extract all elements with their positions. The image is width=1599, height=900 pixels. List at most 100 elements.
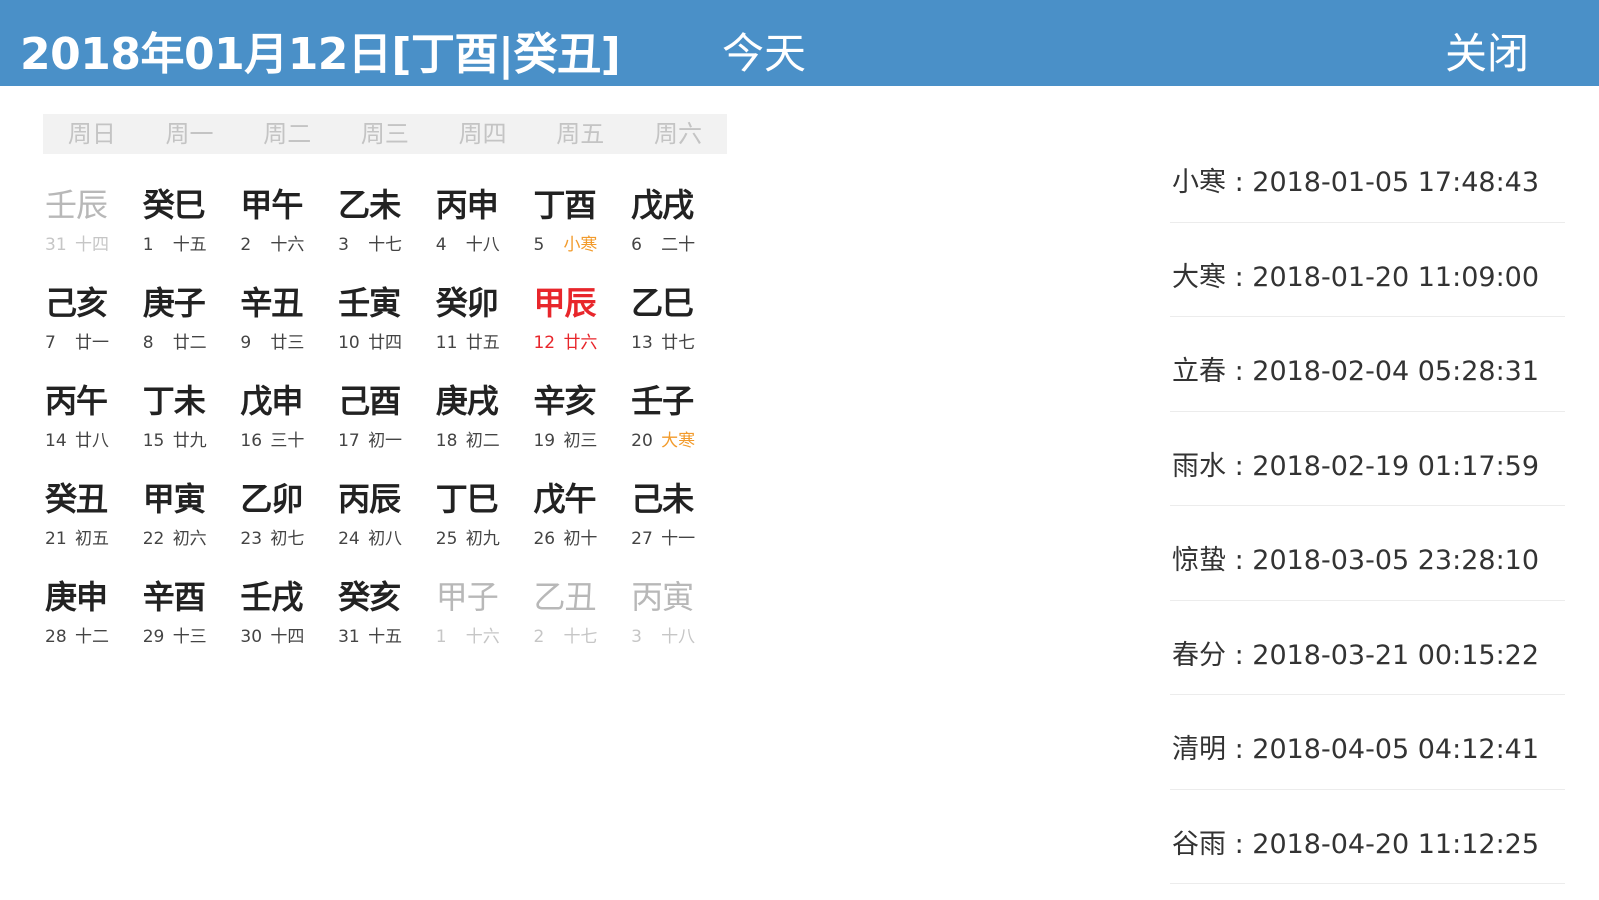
- day-subtext: 21 初五: [45, 524, 109, 549]
- solar-term-item[interactable]: 春分 : 2018-03-21 00:15:22: [1170, 601, 1565, 695]
- calendar-day-cell[interactable]: 丙寅 3 十八: [629, 570, 727, 668]
- day-subtext: 1 十六: [436, 622, 500, 647]
- solar-term-text: 小寒 : 2018-01-05 17:48:43: [1172, 167, 1540, 198]
- calendar-day-cell[interactable]: 乙巳 13 廿七: [629, 276, 727, 374]
- day-ganzhi: 丁未: [142, 382, 206, 420]
- day-subtext: 3 十七: [338, 230, 402, 255]
- lunar-date: 廿五: [465, 333, 500, 353]
- day-ganzhi: 壬子: [631, 382, 694, 420]
- day-subtext: 31 十五: [338, 622, 402, 647]
- calendar-day-cell-selected[interactable]: 甲辰 12 廿六: [531, 276, 629, 374]
- day-ganzhi: 癸丑: [45, 480, 108, 518]
- day-number: 22: [142, 529, 165, 549]
- day-subtext: 27 十一: [631, 524, 695, 549]
- calendar-day-cell[interactable]: 乙未 3 十七: [336, 178, 434, 276]
- lunar-date: 初八: [368, 529, 403, 549]
- solar-term-item[interactable]: 谷雨 : 2018-04-20 11:12:25: [1170, 790, 1565, 884]
- lunar-date: 廿三: [270, 333, 305, 353]
- calendar-day-cell[interactable]: 丙申 4 十八: [434, 178, 532, 276]
- calendar-day-cell[interactable]: 丁酉 5 小寒: [531, 178, 629, 276]
- calendar-day-cell[interactable]: 甲子 1 十六: [434, 570, 532, 668]
- day-ganzhi: 甲辰: [533, 284, 596, 322]
- calendar-day-cell[interactable]: 壬辰 31 十四: [43, 178, 141, 276]
- solar-term-item[interactable]: 惊蛰 : 2018-03-05 23:28:10: [1170, 506, 1565, 601]
- calendar-day-cell[interactable]: 庚戌 18 初二: [434, 374, 532, 472]
- calendar-day-cell[interactable]: 癸卯 11 廿五: [434, 276, 532, 374]
- lunar-date: 十四: [270, 627, 305, 647]
- day-number: 16: [240, 431, 263, 451]
- lunar-date: 廿二: [172, 333, 207, 353]
- day-ganzhi: 壬寅: [338, 284, 401, 322]
- day-ganzhi: 丙申: [435, 186, 499, 224]
- calendar-day-cell[interactable]: 辛丑 9 廿三: [238, 276, 336, 374]
- day-subtext: 7 廿一: [45, 328, 109, 353]
- day-ganzhi: 乙巳: [631, 284, 694, 322]
- day-number: 3: [338, 235, 349, 255]
- calendar-day-cell[interactable]: 辛酉 29 十三: [141, 570, 239, 668]
- calendar-day-cell[interactable]: 甲寅 22 初六: [141, 472, 239, 570]
- lunar-date: 十二: [75, 627, 109, 647]
- calendar-day-cell[interactable]: 丙午 14 廿八: [43, 374, 141, 472]
- calendar-day-cell[interactable]: 己亥 7 廿一: [43, 276, 141, 374]
- day-number: 12: [533, 333, 556, 353]
- day-subtext: 4 十八: [436, 230, 500, 255]
- calendar-day-cell[interactable]: 己未 27 十一: [629, 472, 727, 570]
- day-subtext: 17 初一: [338, 426, 402, 451]
- calendar-day-cell[interactable]: 癸亥 31 十五: [336, 570, 434, 668]
- calendar-day-cell[interactable]: 丁巳 25 初九: [434, 472, 532, 570]
- calendar-day-cell[interactable]: 己酉 17 初一: [336, 374, 434, 472]
- day-subtext: 12 廿六: [533, 328, 597, 353]
- day-number: 13: [631, 333, 653, 353]
- calendar-day-cell[interactable]: 甲午 2 十六: [238, 178, 336, 276]
- solar-term-item[interactable]: 立春 : 2018-02-04 05:28:31: [1170, 317, 1565, 412]
- calendar-day-cell[interactable]: 庚申 28 十二: [43, 570, 141, 668]
- lunar-date: 十五: [368, 627, 403, 647]
- calendar-day-cell[interactable]: 壬戌 30 十四: [238, 570, 336, 668]
- lunar-date: 十四: [75, 235, 109, 255]
- lunar-date: 十七: [563, 627, 598, 647]
- lunar-date: 十一: [661, 529, 696, 549]
- day-number: 5: [533, 235, 545, 255]
- calendar-day-cell[interactable]: 辛亥 19 初三: [531, 374, 629, 472]
- day-subtext: 8 廿二: [143, 328, 207, 353]
- close-button[interactable]: 关闭: [1445, 20, 1529, 81]
- calendar-day-cell[interactable]: 壬子 20 大寒: [629, 374, 727, 472]
- calendar-day-cell[interactable]: 乙卯 23 初七: [238, 472, 336, 570]
- calendar-day-cell[interactable]: 戊午 26 初十: [531, 472, 629, 570]
- day-ganzhi: 丁酉: [533, 186, 596, 224]
- calendar-week-row: 壬辰 31 十四 癸巳 1 十五 甲午 2 十六 乙未 3 十七 丙申 4 十八 丁酉 5 小寒 戊戌 6 二十: [43, 178, 727, 276]
- calendar-week-row: 癸丑 21 初五 甲寅 22 初六 乙卯 23 初七 丙辰 24 初八 丁巳 25 初九 戊午 26 初十 己未 27…: [43, 472, 727, 570]
- day-ganzhi: 癸巳: [142, 186, 206, 224]
- calendar-day-cell[interactable]: 癸巳 1 十五: [141, 178, 239, 276]
- calendar-day-cell[interactable]: 壬寅 10 廿四: [336, 276, 434, 374]
- day-number: 3: [631, 627, 642, 647]
- day-ganzhi: 辛丑: [240, 284, 303, 322]
- calendar-day-cell[interactable]: 丙辰 24 初八: [336, 472, 434, 570]
- day-number: 19: [533, 431, 556, 451]
- lunar-date: 十八: [661, 627, 696, 647]
- solar-term-item[interactable]: 大寒 : 2018-01-20 11:09:00: [1170, 223, 1565, 317]
- solar-term-item[interactable]: 小寒 : 2018-01-05 17:48:43: [1170, 128, 1565, 223]
- day-ganzhi: 丙午: [45, 382, 108, 420]
- day-subtext: 2 十七: [533, 622, 597, 647]
- calendar-day-cell[interactable]: 庚子 8 廿二: [141, 276, 239, 374]
- lunar-date: 初七: [270, 529, 305, 549]
- calendar-day-cell[interactable]: 戊戌 6 二十: [629, 178, 727, 276]
- lunar-date: 廿六: [563, 333, 598, 353]
- calendar-day-cell[interactable]: 乙丑 2 十七: [531, 570, 629, 668]
- day-subtext: 15 廿九: [143, 426, 207, 451]
- today-button[interactable]: 今天: [722, 20, 806, 81]
- day-ganzhi: 丁巳: [435, 480, 499, 518]
- solar-term-item[interactable]: 雨水 : 2018-02-19 01:17:59: [1170, 412, 1565, 506]
- solar-term-text: 雨水 : 2018-02-19 01:17:59: [1172, 450, 1540, 482]
- day-subtext: 25 初九: [436, 524, 500, 549]
- calendar-day-cell[interactable]: 丁未 15 廿九: [141, 374, 239, 472]
- day-number: 21: [45, 529, 67, 549]
- calendar-day-cell[interactable]: 戊申 16 三十: [238, 374, 336, 472]
- day-number: 17: [338, 431, 360, 451]
- calendar-grid: 壬辰 31 十四 癸巳 1 十五 甲午 2 十六 乙未 3 十七 丙申 4 十八 丁酉 5 小寒 戊戌 6 二十 己亥 7 廿…: [43, 178, 727, 668]
- day-ganzhi: 乙卯: [240, 480, 303, 518]
- solar-term-item[interactable]: 清明 : 2018-04-05 04:12:41: [1170, 695, 1565, 790]
- solar-term-text: 大寒 : 2018-01-20 11:09:00: [1172, 261, 1540, 293]
- calendar-day-cell[interactable]: 癸丑 21 初五: [43, 472, 141, 570]
